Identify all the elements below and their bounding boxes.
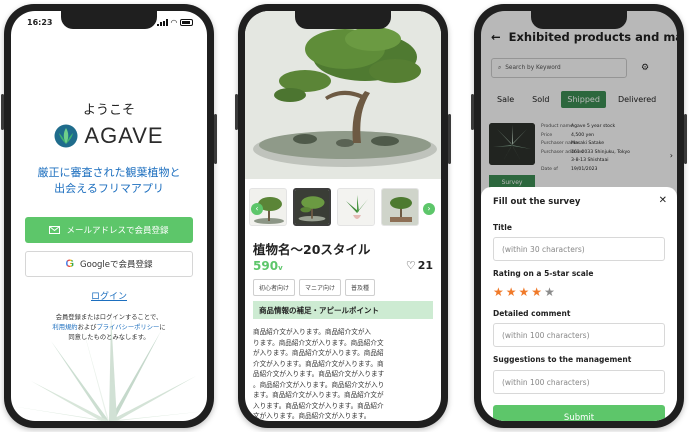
wifi-icon: ◠ xyxy=(170,17,177,27)
battery-icon xyxy=(180,18,193,26)
comment-placeholder: (within 100 characters) xyxy=(502,330,590,340)
tag-chip[interactable]: 普及種 xyxy=(345,279,376,296)
image-thumbnails xyxy=(249,187,437,227)
google-register-label: Googleで会員登録 xyxy=(80,260,153,270)
survey-heading: Fill out the survey xyxy=(493,197,581,207)
status-bar: 16:23 ◠ xyxy=(27,16,193,28)
brand-name: AGAVE xyxy=(84,123,164,148)
description-line: 。商品紹介文が入ります。商品紹介文が入り xyxy=(253,380,385,389)
status-time: 16:23 xyxy=(27,17,53,27)
email-register-button[interactable]: メールアドレスで会員登録 xyxy=(25,217,193,243)
background-agave-image xyxy=(11,316,207,421)
star-filled-icon[interactable]: ★ xyxy=(506,285,517,299)
tag-chip[interactable]: 初心者向け xyxy=(253,279,296,296)
heart-icon: ♡ xyxy=(405,259,416,272)
phone-login: 16:23 ◠ ようこそ AGAVE 厳正に審査された観葉植物と 出会えるフリマ… xyxy=(1,4,217,428)
google-icon: G xyxy=(65,258,75,270)
plant-thumbnail-image xyxy=(338,189,374,225)
survey-sheet: Fill out the survey ✕ Title (within 30 c… xyxy=(481,187,677,421)
tagline: 厳正に審査された観葉植物と 出会えるフリマアプリ xyxy=(11,165,207,197)
prev-image-button[interactable]: ‹ xyxy=(251,203,263,215)
suggestion-input[interactable]: (within 100 characters) xyxy=(493,370,665,394)
star-rating[interactable]: ★ ★ ★ ★ ★ xyxy=(493,285,555,299)
star-filled-icon[interactable]: ★ xyxy=(531,285,542,299)
description-line: 商品紹介文が入ります。商品紹介文が入 xyxy=(253,328,372,336)
exhibited-screen: ← Exhibited products and manage ⌕ Search… xyxy=(481,11,677,421)
price-value: 590 xyxy=(253,259,279,273)
section-header: 商品情報の補足・アピールポイント xyxy=(253,301,433,319)
product-title: 植物名〜20スタイル xyxy=(253,242,371,257)
suggestion-label: Suggestions to the management xyxy=(493,355,632,364)
title-placeholder: (within 30 characters) xyxy=(502,244,585,254)
comment-input[interactable]: (within 100 characters) xyxy=(493,323,665,347)
like-button[interactable]: ♡ 21 xyxy=(406,259,433,272)
suggestion-placeholder: (within 100 characters) xyxy=(502,377,590,387)
agave-logo-icon xyxy=(54,124,78,148)
product-price: 590v xyxy=(253,259,283,273)
phone-notch xyxy=(295,11,391,29)
product-screen: ‹ › 植物名〜20スタイル 590v ♡ 21 初心者向け マニア向け 普及種 xyxy=(245,11,441,421)
tag-chip[interactable]: マニア向け xyxy=(299,279,342,296)
phone-exhibited: ← Exhibited products and manage ⌕ Search… xyxy=(471,4,687,428)
email-register-label: メールアドレスで会員登録 xyxy=(66,226,169,236)
phone-product: ‹ › 植物名〜20スタイル 590v ♡ 21 初心者向け マニア向け 普及種 xyxy=(235,4,451,428)
thumbnail-2-selected[interactable] xyxy=(293,188,331,226)
star-empty-icon[interactable]: ★ xyxy=(544,285,555,299)
next-image-button[interactable]: › xyxy=(423,203,435,215)
description-line: が入ります。商品紹介文が入ります。商品紹 xyxy=(253,349,384,357)
description-line: ます。商品紹介文が入ります。商品紹介文が xyxy=(253,391,384,399)
like-count: 21 xyxy=(417,259,433,272)
title-input[interactable]: (within 30 characters) xyxy=(493,237,665,261)
comment-label: Detailed comment xyxy=(493,309,571,318)
rating-label: Rating on a 5-star scale xyxy=(493,269,594,278)
status-icons: ◠ xyxy=(156,17,193,27)
description-line: 文が入ります。商品紹介文が入ります。 xyxy=(253,412,371,420)
product-tags: 初心者向け マニア向け 普及種 xyxy=(253,279,376,296)
product-description: 商品紹介文が入ります。商品紹介文が入 ります。商品紹介文が入ります。商品紹介文 … xyxy=(253,327,433,421)
tagline-line2: 出会えるフリマアプリ xyxy=(54,182,164,195)
thumbnail-3[interactable] xyxy=(337,188,375,226)
price-unit: v xyxy=(278,264,283,272)
description-line: ります。商品紹介文が入ります。商品紹介文 xyxy=(253,338,384,347)
bonsai-thumbnail-image xyxy=(295,190,329,224)
thumbnail-4[interactable] xyxy=(381,188,419,226)
product-main-image xyxy=(245,11,441,179)
welcome-heading: ようこそ xyxy=(82,103,135,118)
google-register-button[interactable]: G Googleで会員登録 xyxy=(25,251,193,277)
star-filled-icon[interactable]: ★ xyxy=(519,285,530,299)
bonsai-thumbnail-image xyxy=(382,189,418,225)
login-screen: 16:23 ◠ ようこそ AGAVE 厳正に審査された観葉植物と 出会えるフリマ… xyxy=(11,11,207,421)
signal-icon xyxy=(156,18,168,26)
description-line: 品紹介文が入ります。商品紹介文が入ります xyxy=(253,370,385,378)
star-filled-icon[interactable]: ★ xyxy=(493,285,504,299)
description-line: 入ります。商品紹介文が入ります。商品紹介 xyxy=(253,401,384,410)
mail-icon xyxy=(49,226,61,234)
tagline-line1: 厳正に審査された観葉植物と xyxy=(37,166,181,179)
title-label: Title xyxy=(493,223,512,232)
close-icon[interactable]: ✕ xyxy=(659,195,667,206)
description-line: 介文が入ります。商品紹介文が入ります。商 xyxy=(253,359,384,368)
brand-logo: AGAVE xyxy=(11,123,207,149)
submit-button[interactable]: Submit xyxy=(493,405,665,421)
phone-notch xyxy=(531,11,627,29)
